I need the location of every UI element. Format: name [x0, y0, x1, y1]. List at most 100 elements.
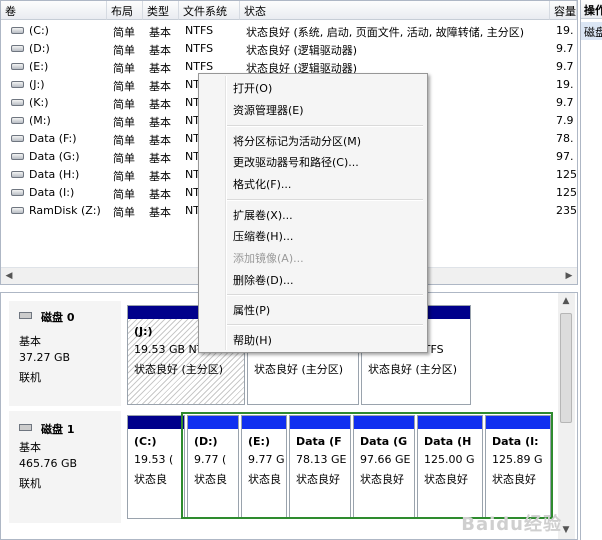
- volume-name: (C:): [29, 24, 49, 37]
- col-capacity-header[interactable]: 容量: [550, 1, 577, 20]
- volume-type: 基本: [149, 44, 171, 57]
- volume-layout: 简单: [113, 188, 135, 201]
- scroll-up-icon[interactable]: ▲: [558, 293, 574, 310]
- volume-layout: 简单: [113, 206, 135, 219]
- volume-name: Data (G:): [29, 150, 80, 163]
- col-status-header[interactable]: 状态: [240, 1, 550, 20]
- volume-type: 基本: [149, 62, 171, 75]
- col-fs-header[interactable]: 文件系统: [179, 1, 240, 20]
- scroll-thumb[interactable]: [560, 313, 572, 423]
- volume-row[interactable]: (D:) 简单 基本 NTFS 状态良好 (逻辑驱动器) 9.7: [1, 40, 577, 58]
- menu-item[interactable]: 扩展卷(X)...: [233, 207, 293, 223]
- volume-type: 基本: [149, 116, 171, 129]
- volume-status: 状态良好 (系统, 启动, 页面文件, 活动, 故障转储, 主分区): [246, 26, 525, 39]
- drive-icon: [11, 171, 24, 178]
- menu-item[interactable]: 删除卷(D)...: [233, 272, 294, 288]
- drive-icon: [11, 207, 24, 214]
- scroll-right-icon[interactable]: ▶: [561, 268, 577, 284]
- volume-fs: NTFS: [185, 60, 214, 73]
- drive-icon: [11, 135, 24, 142]
- drive-icon: [11, 117, 24, 124]
- menu-separator: [227, 294, 423, 296]
- volume-name: (J:): [29, 78, 45, 91]
- actions-header: 操作: [581, 0, 602, 19]
- volume-layout: 简单: [113, 116, 135, 129]
- volume-capacity: 19.: [556, 78, 574, 91]
- disk-1-size: 465.76 GB: [19, 457, 78, 470]
- col-volume-header[interactable]: 卷: [1, 1, 107, 20]
- disk-0-type: 基本: [19, 335, 41, 348]
- drive-icon: [11, 153, 24, 160]
- drive-icon: [11, 63, 24, 70]
- disk-0-title: 磁盘 0: [41, 311, 75, 324]
- volume-type: 基本: [149, 152, 171, 165]
- context-menu[interactable]: 打开(O) 资源管理器(E) 将分区标记为活动分区(M) 更改驱动器号和路径(C)..…: [198, 73, 428, 353]
- col-layout-header[interactable]: 布局: [107, 1, 143, 20]
- disk-0-status: 联机: [19, 371, 41, 384]
- disk-1-status: 联机: [19, 477, 41, 490]
- volume-type: 基本: [149, 188, 171, 201]
- volume-status: 状态良好 (逻辑驱动器): [246, 44, 358, 57]
- volume-capacity: 7.9: [556, 114, 574, 127]
- menu-item[interactable]: 帮助(H): [233, 332, 272, 348]
- menu-item[interactable]: 资源管理器(E): [233, 102, 304, 118]
- partition-status: 状态良好 (主分区): [134, 363, 224, 376]
- volume-capacity: 9.7: [556, 42, 574, 55]
- volume-fs: NTFS: [185, 24, 214, 37]
- partition-disk1[interactable]: (C:) 19.53 (状态良: [127, 415, 185, 519]
- disk-1-info[interactable]: 磁盘 1 基本 465.76 GB 联机: [9, 411, 121, 523]
- volume-name: (M:): [29, 114, 51, 127]
- volume-capacity: 235: [556, 204, 577, 217]
- drive-icon: [11, 99, 24, 106]
- menu-item[interactable]: 将分区标记为活动分区(M): [233, 133, 361, 149]
- volume-capacity: 9.7: [556, 96, 574, 109]
- vertical-scrollbar[interactable]: ▲ ▼: [558, 293, 575, 539]
- volume-capacity: 78.: [556, 132, 574, 145]
- scroll-left-icon[interactable]: ◀: [1, 268, 17, 284]
- volume-capacity: 19.: [556, 24, 574, 37]
- menu-item[interactable]: 添加镜像(A)...: [233, 250, 304, 266]
- disk-icon: [19, 424, 32, 431]
- partition-size: 19.53 (: [134, 453, 174, 466]
- actions-panel: 操作 磁盘: [580, 0, 602, 540]
- menu-item[interactable]: 更改驱动器号和路径(C)...: [233, 154, 359, 170]
- menu-item[interactable]: 压缩卷(H)...: [233, 228, 293, 244]
- volume-layout: 简单: [113, 98, 135, 111]
- partition-bar: [128, 416, 184, 429]
- volume-name: (K:): [29, 96, 49, 109]
- volume-capacity: 97.: [556, 150, 574, 163]
- drive-icon: [11, 27, 24, 34]
- volume-capacity: 125: [556, 168, 577, 181]
- watermark-logo: Baidu经验: [461, 514, 562, 535]
- disk-1-type: 基本: [19, 441, 41, 454]
- disk-0-size: 37.27 GB: [19, 351, 71, 364]
- volume-name: Data (H:): [29, 168, 80, 181]
- volume-layout: 简单: [113, 26, 135, 39]
- volume-fs: NTFS: [185, 42, 214, 55]
- volume-layout: 简单: [113, 170, 135, 183]
- actions-item-disk[interactable]: 磁盘: [581, 22, 602, 40]
- menu-item[interactable]: 属性(P): [233, 302, 270, 318]
- volume-row[interactable]: (C:) 简单 基本 NTFS 状态良好 (系统, 启动, 页面文件, 活动, 故障转储…: [1, 22, 577, 40]
- disk-1-title: 磁盘 1: [41, 423, 75, 436]
- volume-layout: 简单: [113, 80, 135, 93]
- volume-layout: 简单: [113, 134, 135, 147]
- drive-icon: [11, 189, 24, 196]
- volume-layout: 简单: [113, 152, 135, 165]
- volume-name: Data (F:): [29, 132, 77, 145]
- drive-icon: [11, 81, 24, 88]
- volume-type: 基本: [149, 80, 171, 93]
- menu-separator: [227, 199, 423, 201]
- menu-item[interactable]: 格式化(F)...: [233, 176, 291, 192]
- volume-type: 基本: [149, 98, 171, 111]
- volume-name: (D:): [29, 42, 50, 55]
- disk-0-info[interactable]: 磁盘 0 基本 37.27 GB 联机: [9, 301, 121, 406]
- volume-capacity: 9.7: [556, 60, 574, 73]
- col-type-header[interactable]: 类型: [143, 1, 179, 20]
- partition-status: 状态良好 (主分区): [368, 363, 458, 376]
- partition-name: (J:): [134, 325, 153, 338]
- volume-name: Data (I:): [29, 186, 75, 199]
- menu-item[interactable]: 打开(O): [233, 80, 272, 96]
- menu-gutter: [225, 76, 227, 350]
- volume-layout: 简单: [113, 44, 135, 57]
